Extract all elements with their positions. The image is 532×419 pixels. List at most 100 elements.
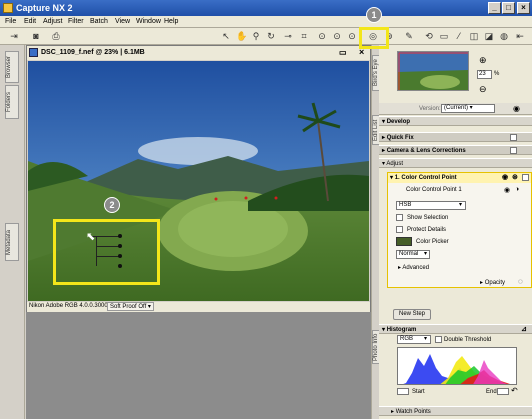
menu-view[interactable]: View [115, 18, 130, 25]
point-mask-icon[interactable]: ◑ [515, 186, 519, 193]
histogram-options-icon[interactable]: ⊿ [521, 325, 527, 333]
menu-edit[interactable]: Edit [24, 18, 36, 25]
menu-bar: File Edit Adjust Filter Batch View Windo… [0, 16, 532, 28]
watch-points-section[interactable]: ▸ Watch Points [379, 406, 532, 416]
straighten-tool-icon[interactable]: ⊸ [282, 30, 294, 42]
color-control-point-step: ▾ 1. Color Control Point ◉ ⊛ Color Contr… [387, 172, 532, 288]
document-restore-icon[interactable]: ▭ [339, 48, 347, 57]
advanced-toggle[interactable]: ▸ Advanced [398, 264, 429, 271]
step-options-icon[interactable]: ⊛ [512, 173, 518, 181]
end-field[interactable] [497, 388, 509, 395]
double-threshold-label: Double Threshold [444, 337, 492, 343]
minimize-button[interactable]: _ [488, 2, 501, 14]
toggle-browser-icon[interactable]: ⇥ [8, 30, 20, 42]
tab-metadata[interactable]: Metadata [5, 223, 19, 261]
version-bar: Version: (Current) ▾ ◉ [379, 103, 532, 115]
start-label: Start [412, 389, 425, 395]
adjust-section[interactable]: ▾ Adjust [379, 158, 532, 168]
end-label: End [486, 389, 497, 395]
zoom-tool-icon[interactable]: ⚲ [250, 30, 262, 42]
close-button[interactable]: × [517, 2, 530, 14]
quick-fix-step[interactable]: ▸ Quick Fix [379, 132, 532, 142]
menu-filter[interactable]: Filter [68, 18, 84, 25]
callout-number-2: 2 [104, 197, 120, 213]
white-control-point-icon[interactable]: ⊙ [331, 30, 343, 42]
show-selection-checkbox[interactable] [396, 214, 403, 221]
maximize-button[interactable]: □ [502, 2, 515, 14]
right-tab-strip: Bird's Eye Edit List Photo Info [371, 45, 380, 419]
histogram-section[interactable]: ▾ Histogram ⊿ [379, 324, 532, 334]
protect-details-label: Protect Details [407, 227, 447, 233]
menu-help[interactable]: Help [164, 18, 178, 25]
zoom-out-icon[interactable]: ⊖ [479, 84, 487, 95]
start-field[interactable] [397, 388, 409, 395]
right-panel: ⊕ 23 % ⊖ Version: (Current) ▾ ◉ ▾ Develo… [379, 45, 532, 419]
point-visibility-icon[interactable]: ◉ [504, 186, 510, 194]
auto-retouch-brush-icon[interactable]: ✎ [403, 30, 415, 42]
color-profile-label: Nikon Adobe RGB 4.0.0.3000 [29, 303, 108, 309]
callout-number-1: 1 [366, 7, 382, 23]
zoom-field[interactable]: 23 [477, 70, 492, 79]
tab-browser[interactable]: Browser [5, 51, 19, 83]
camera-icon[interactable]: ◙ [30, 30, 42, 42]
camera-lens-checkbox[interactable] [510, 147, 517, 154]
panel-toggle-icon[interactable]: ⇤ [514, 30, 526, 42]
quick-fix-checkbox[interactable] [510, 134, 517, 141]
birds-eye-thumbnail[interactable] [397, 51, 469, 91]
menu-window[interactable]: Window [136, 18, 161, 25]
opacity-toggle[interactable]: ▸ Opacity [480, 279, 505, 286]
callout-highlight-control-point [53, 219, 160, 285]
point-name[interactable]: Color Control Point 1 [406, 187, 462, 193]
zoom-in-icon[interactable]: ⊕ [479, 55, 487, 66]
image-icon [29, 48, 38, 57]
workspace-background [26, 312, 371, 419]
opacity-icon[interactable]: ◌ [518, 277, 523, 286]
menu-adjust[interactable]: Adjust [43, 18, 62, 25]
step-enable-checkbox[interactable] [522, 174, 529, 181]
histogram-graph[interactable] [397, 347, 517, 385]
step-header[interactable]: ▾ 1. Color Control Point ◉ ⊛ [388, 173, 531, 183]
new-step-button[interactable]: New Step [393, 309, 431, 320]
eraser-tool-icon[interactable]: ◍ [498, 30, 510, 42]
channel-dropdown[interactable]: RGB ▾ [397, 335, 431, 344]
double-threshold-checkbox[interactable] [435, 336, 442, 343]
selection-brush-icon[interactable]: ⁄ [453, 30, 465, 42]
step-mask-icon[interactable]: ◉ [502, 173, 508, 181]
color-picker-label: Color Picker [416, 239, 449, 245]
document-title: DSC_1109_f.nef @ 23% | 6.1MB [41, 49, 145, 56]
hand-tool-icon[interactable]: ✋ [236, 30, 248, 42]
fill-tool-icon[interactable]: ◪ [483, 30, 495, 42]
document-titlebar: DSC_1109_f.nef @ 23% | 6.1MB ▭ × [27, 46, 370, 60]
crop-tool-icon[interactable]: ⌗ [298, 30, 310, 42]
black-control-point-icon[interactable]: ⊙ [316, 30, 328, 42]
show-selection-label: Show Selection [407, 215, 449, 221]
toolbar: ⇥ ◙ ⎙ ↖ ✋ ⚲ ↻ ⊸ ⌗ ⊙ ⊙ ⊙ ◎ ⊛ ✎ ⟲ ▭ ⁄ ◫ ◪ … [0, 28, 532, 45]
version-dropdown[interactable]: (Current) ▾ [441, 104, 495, 113]
left-tab-strip: Browser Folders Metadata [0, 45, 25, 419]
marquee-tool-icon[interactable]: ▭ [438, 30, 450, 42]
blend-mode-dropdown[interactable]: Normal ▾ [396, 250, 430, 259]
version-options-icon[interactable]: ◉ [513, 104, 520, 113]
menu-file[interactable]: File [5, 18, 16, 25]
neutral-control-point-icon[interactable]: ⊙ [346, 30, 358, 42]
print-icon[interactable]: ⎙ [50, 30, 62, 42]
app-icon [3, 3, 13, 13]
camera-lens-step[interactable]: ▸ Camera & Lens Corrections [379, 145, 532, 155]
reset-icon[interactable]: ↶ [511, 386, 518, 395]
direct-select-tool-icon[interactable]: ↖ [220, 30, 232, 42]
zoom-unit: % [494, 71, 500, 77]
mode-dropdown[interactable]: HSB ▾ [396, 201, 466, 210]
color-swatch[interactable] [396, 237, 412, 246]
rotate-tool-icon[interactable]: ↻ [265, 30, 277, 42]
gradient-tool-icon[interactable]: ◫ [468, 30, 480, 42]
title-bar: Capture NX 2 _ □ × [0, 0, 532, 16]
menu-batch[interactable]: Batch [90, 18, 108, 25]
develop-section[interactable]: ▾ Develop [379, 116, 532, 126]
callout-highlight-toolbar [359, 27, 389, 49]
version-label: Version: [419, 106, 441, 112]
lasso-tool-icon[interactable]: ⟲ [423, 30, 435, 42]
protect-details-checkbox[interactable] [396, 226, 403, 233]
tab-folders[interactable]: Folders [5, 85, 19, 119]
window-title: Capture NX 2 [16, 3, 73, 13]
soft-proof-dropdown[interactable]: Soft Proof Off ▾ [107, 302, 154, 311]
